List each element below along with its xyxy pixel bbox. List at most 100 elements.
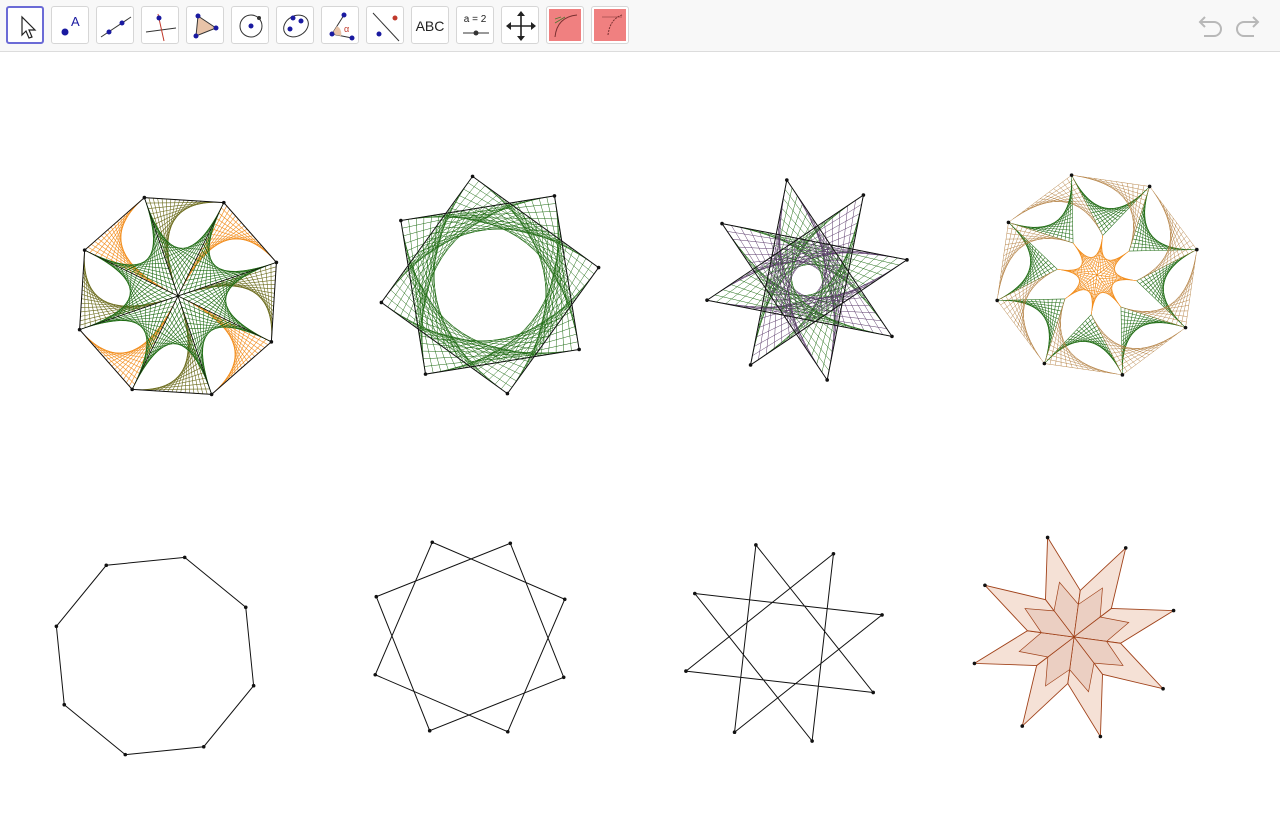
vertex-point bbox=[470, 174, 475, 179]
vertex-point bbox=[182, 555, 187, 560]
vertex-point bbox=[1147, 184, 1152, 189]
vertex-point bbox=[1183, 325, 1188, 330]
vertex-point bbox=[251, 683, 256, 688]
vertex-point bbox=[1123, 546, 1128, 550]
stitch-line bbox=[1072, 242, 1098, 276]
stitch-line bbox=[208, 233, 259, 243]
slider-tool-button[interactable]: a = 2 bbox=[456, 6, 494, 44]
vertex-point bbox=[880, 613, 884, 617]
text-tool-label: ABC bbox=[415, 18, 445, 34]
curve-stitch-tool-icon bbox=[549, 9, 581, 41]
stitch-line bbox=[1044, 204, 1073, 235]
eight-point-star-tiling bbox=[972, 535, 1176, 739]
vertex-point bbox=[1042, 361, 1047, 366]
stitch-line bbox=[1052, 196, 1073, 237]
polygon-tool-button[interactable] bbox=[186, 6, 224, 44]
octagram-8-3-star-curve-stitching bbox=[705, 178, 909, 382]
stitch-line bbox=[218, 212, 271, 256]
vertex-point bbox=[861, 193, 866, 197]
vertex-point bbox=[1195, 247, 1199, 252]
vertex-point bbox=[508, 541, 513, 546]
vertex-point bbox=[720, 221, 724, 226]
reflect-tool-button[interactable] bbox=[366, 6, 404, 44]
redo-icon[interactable] bbox=[1232, 12, 1264, 40]
star-edge bbox=[380, 175, 600, 395]
vertex-point bbox=[1171, 608, 1176, 613]
octagram-8-3 bbox=[684, 543, 884, 743]
polygon-icon bbox=[193, 13, 219, 39]
vertex-point bbox=[831, 551, 836, 556]
vertex-point bbox=[754, 543, 758, 547]
vertex-point bbox=[427, 728, 432, 733]
stitch-line bbox=[155, 200, 198, 231]
star-edge bbox=[705, 178, 909, 382]
curve-stitch-tool-2-icon bbox=[594, 9, 626, 41]
vertex-point bbox=[130, 387, 134, 392]
vertex-point bbox=[825, 378, 829, 382]
vertex-point bbox=[222, 200, 226, 205]
vertex-point bbox=[423, 372, 428, 376]
stitch-line bbox=[85, 336, 138, 380]
custom-tool-curve-2-button[interactable] bbox=[591, 6, 629, 44]
stitch-line bbox=[218, 336, 262, 389]
vertex-point bbox=[82, 248, 87, 252]
vertex-point bbox=[505, 729, 510, 734]
stitch-line bbox=[97, 349, 148, 359]
stitch-line bbox=[115, 215, 125, 266]
vertex-point bbox=[972, 661, 977, 666]
vertex-point bbox=[209, 392, 214, 397]
ellipse-tool-button[interactable] bbox=[276, 6, 314, 44]
vertex-point bbox=[243, 605, 248, 610]
vertex-point bbox=[104, 563, 109, 568]
vertex-point bbox=[692, 591, 697, 596]
vertex-point bbox=[201, 744, 206, 749]
text-tool-button[interactable]: ABC bbox=[411, 6, 449, 44]
point-tool-button[interactable]: A bbox=[51, 6, 89, 44]
point-icon: A bbox=[61, 14, 80, 36]
move-graphics-view-tool-button[interactable] bbox=[501, 6, 539, 44]
vertex-point bbox=[1006, 220, 1011, 225]
angle-tool-button[interactable]: α bbox=[321, 6, 359, 44]
line-tool-button[interactable] bbox=[96, 6, 134, 44]
regular-octagon bbox=[54, 555, 256, 757]
angle-tool-label: α bbox=[344, 24, 349, 34]
slider-icon bbox=[463, 30, 489, 36]
stitch-line bbox=[94, 203, 138, 256]
vertex-point bbox=[732, 730, 737, 735]
stitch-line bbox=[1122, 308, 1126, 371]
stitch-line bbox=[188, 292, 262, 337]
vertex-point bbox=[1045, 535, 1050, 540]
vertex-point bbox=[1069, 173, 1074, 177]
vertex-point bbox=[596, 265, 601, 270]
move-arrows-icon bbox=[506, 11, 536, 41]
stitch-line bbox=[458, 195, 580, 255]
vertex-point bbox=[562, 597, 567, 602]
graphics-view[interactable] bbox=[0, 53, 1280, 814]
angle-icon: α bbox=[329, 12, 355, 41]
toolbar: A α ABC a = 2 bbox=[0, 0, 1280, 52]
vertex-point bbox=[1120, 373, 1125, 377]
line-icon bbox=[100, 16, 132, 38]
vertex-point bbox=[905, 258, 909, 262]
reflect-about-line-icon bbox=[372, 12, 400, 42]
undo-icon[interactable] bbox=[1194, 12, 1226, 40]
star-edge bbox=[374, 541, 566, 733]
vertex-point bbox=[77, 327, 82, 332]
circle-tool-button[interactable] bbox=[231, 6, 269, 44]
vertex-point bbox=[995, 298, 999, 303]
octagon-edge bbox=[55, 556, 255, 756]
move-tool-button[interactable] bbox=[6, 6, 44, 44]
stitch-line bbox=[1121, 315, 1150, 346]
vertex-point bbox=[785, 178, 789, 182]
stitch-line bbox=[243, 273, 274, 316]
vertex-point bbox=[505, 391, 510, 396]
arrow-cursor-icon bbox=[21, 15, 37, 39]
stitch-line bbox=[231, 326, 241, 377]
stitch-line bbox=[1137, 222, 1168, 251]
perpendicular-line-tool-button[interactable] bbox=[141, 6, 179, 44]
star-edge bbox=[684, 543, 884, 743]
octagon-curve-stitching bbox=[77, 195, 279, 397]
stitch-line bbox=[174, 212, 219, 286]
custom-tool-curve-1-button[interactable] bbox=[546, 6, 584, 44]
eight-point-star-curve-stitching bbox=[995, 173, 1199, 377]
